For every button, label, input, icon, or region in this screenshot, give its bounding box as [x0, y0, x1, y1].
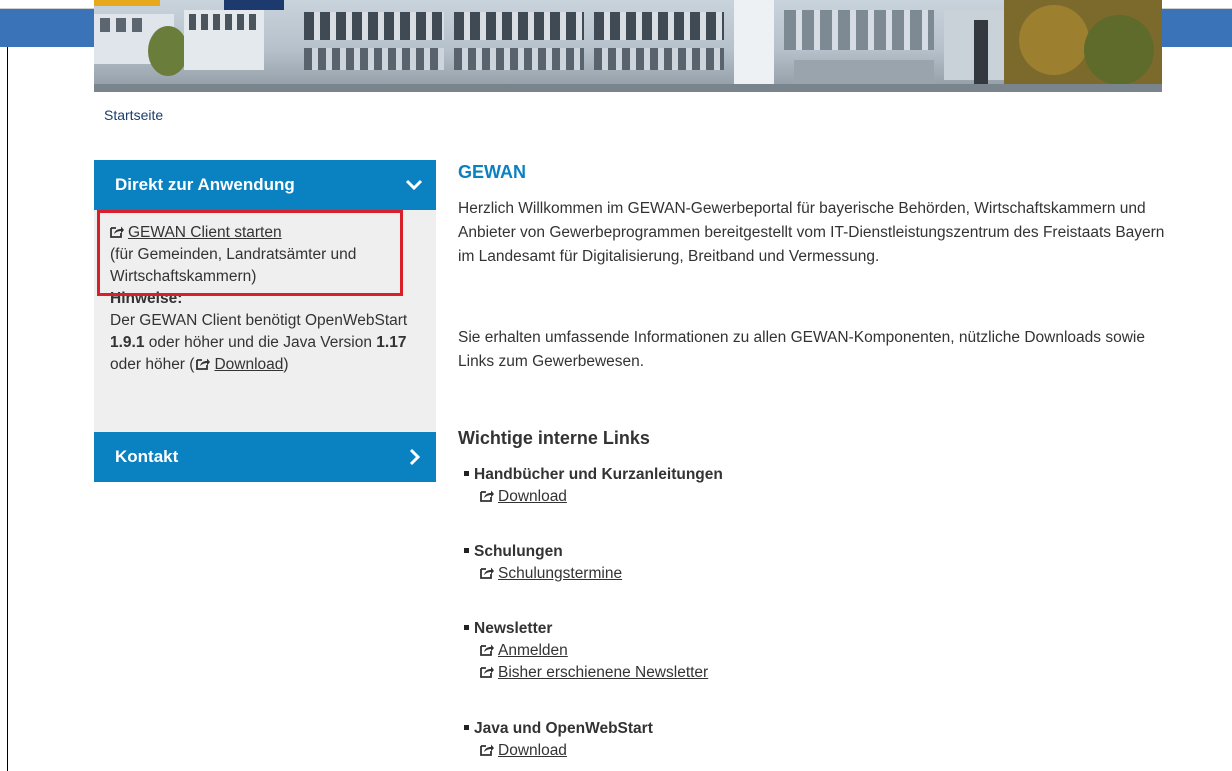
chevron-down-icon	[405, 179, 423, 191]
hint-download-link[interactable]: Download	[214, 356, 283, 373]
list-link-row: Download	[464, 740, 653, 762]
chevron-right-icon	[409, 448, 421, 466]
window-left-border	[7, 47, 8, 771]
accordion-kontakt-header[interactable]: Kontakt	[94, 432, 436, 482]
breadcrumb-home[interactable]: Startseite	[104, 107, 163, 123]
external-link-icon	[480, 567, 494, 579]
external-link-icon	[480, 490, 494, 502]
header-banner-image	[94, 0, 1162, 92]
list-item: Schulungen Schulungstermine	[464, 541, 622, 585]
external-link-icon	[480, 666, 494, 678]
list-item-title: Handbücher und Kurzanleitungen	[464, 464, 723, 486]
list-item-title: Newsletter	[464, 618, 708, 640]
handbuecher-download-link[interactable]: Download	[498, 488, 567, 505]
list-link-row: Schulungstermine	[464, 563, 622, 585]
list-item-title: Schulungen	[464, 541, 622, 563]
hint-java-version: 1.17	[376, 334, 407, 351]
list-item: Handbücher und Kurzanleitungen Download	[464, 464, 723, 508]
hint-ows-version: 1.9.1	[110, 334, 145, 351]
links-section-title: Wichtige interne Links	[458, 428, 650, 448]
hint-part1: Der GEWAN Client benötigt OpenWebStart	[110, 312, 408, 329]
hint-part2: oder höher und die Java Version	[144, 334, 377, 351]
breadcrumb[interactable]: Startseite	[104, 107, 163, 123]
java-ows-download-link[interactable]: Download	[498, 742, 567, 759]
accordion-direkt-header[interactable]: Direkt zur Anwendung	[94, 160, 436, 210]
hint-text: Der GEWAN Client benötigt OpenWebStart 1…	[110, 310, 426, 376]
intro-paragraph: Herzlich Willkommen im GEWAN-Gewerbeport…	[458, 200, 1165, 265]
list-link-row: Download	[464, 486, 723, 508]
newsletter-archive-link[interactable]: Bisher erschienene Newsletter	[498, 664, 708, 681]
info-paragraph: Sie erhalten umfassende Informationen zu…	[458, 329, 1145, 370]
external-link-icon	[196, 358, 211, 370]
hint-part4: )	[283, 356, 289, 373]
list-item: Java und OpenWebStart Download	[464, 718, 653, 762]
highlight-box	[97, 210, 403, 296]
newsletter-anmelden-link[interactable]: Anmelden	[498, 642, 568, 659]
external-link-icon	[480, 744, 494, 756]
schulungstermine-link[interactable]: Schulungstermine	[498, 565, 622, 582]
header-bar-right	[1162, 9, 1232, 47]
page-title: GEWAN	[458, 162, 527, 182]
hint-part3: oder höher (	[110, 356, 195, 373]
list-item-title: Java und OpenWebStart	[464, 718, 653, 740]
list-link-row: Bisher erschienene Newsletter	[464, 662, 708, 684]
list-item: Newsletter Anmelden Bisher erschienene N…	[464, 618, 708, 684]
list-link-row: Anmelden	[464, 640, 708, 662]
header-bar-left	[0, 9, 94, 47]
accordion-direkt-title: Direkt zur Anwendung	[115, 175, 295, 194]
external-link-icon	[480, 644, 494, 656]
accordion-kontakt-title: Kontakt	[115, 447, 179, 466]
